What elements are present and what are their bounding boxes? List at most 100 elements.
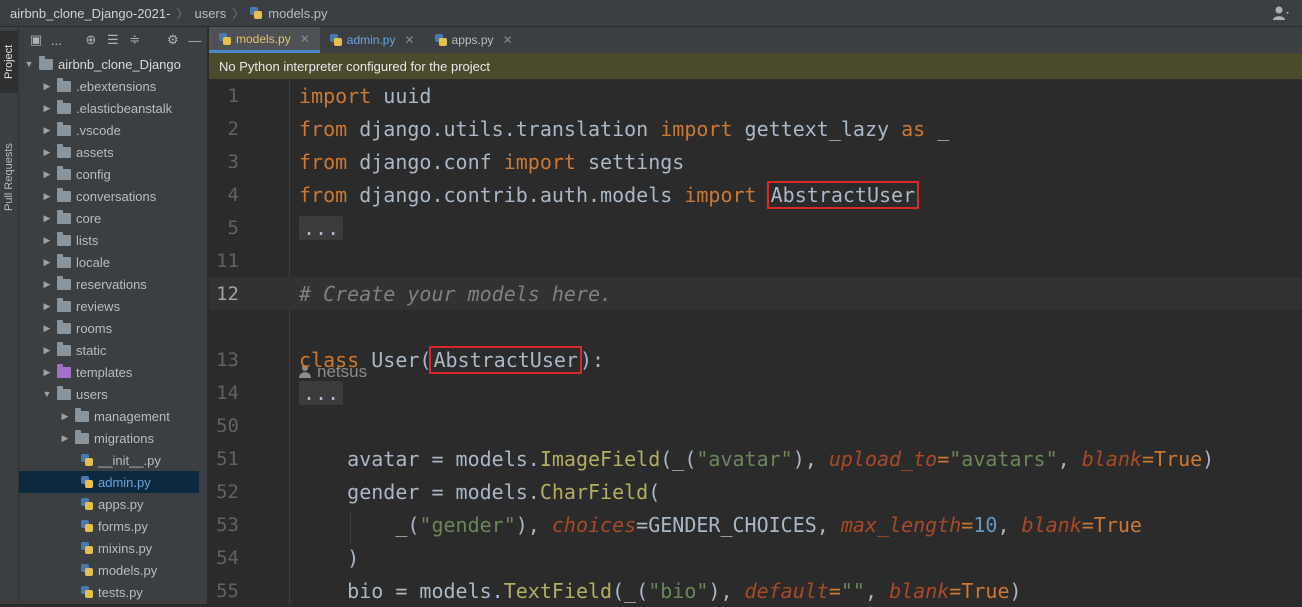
tree-item-migrations[interactable]: ▶ migrations xyxy=(59,427,154,449)
close-icon[interactable]: ✕ xyxy=(404,33,414,47)
python-file-icon xyxy=(434,34,447,46)
tree-item-rooms[interactable]: ▶ rooms xyxy=(41,317,112,339)
code-token: = xyxy=(961,512,974,537)
hide-panel-icon[interactable]: — xyxy=(188,33,202,48)
code-token: (_( xyxy=(660,446,697,471)
code-token: max_length xyxy=(840,512,962,537)
tree-item-label: reviews xyxy=(76,298,121,314)
folder-icon xyxy=(57,341,71,356)
tree-item-label: reservations xyxy=(76,276,147,292)
code-token: True xyxy=(1093,512,1142,537)
view-options-dots[interactable]: ... xyxy=(51,33,62,48)
tree-item-templates[interactable]: ▶ templates xyxy=(41,361,132,383)
code-line-11: 11 xyxy=(209,244,1302,277)
code-token: = xyxy=(949,578,962,603)
code-line-54: 54 ) xyxy=(209,541,1302,574)
tree-item-static[interactable]: ▶ static xyxy=(41,339,106,361)
chevron-right-icon: ▶ xyxy=(43,80,51,91)
code-token: ( xyxy=(648,479,661,504)
code-token: ImageField xyxy=(539,446,661,471)
locate-file-icon[interactable]: ⊕ xyxy=(84,32,98,47)
line-number: 50 xyxy=(216,414,239,437)
folder-icon xyxy=(57,275,71,290)
user-account-icon[interactable] xyxy=(1272,4,1290,22)
tree-item-lists[interactable]: ▶ lists xyxy=(41,229,98,251)
tree-item-users[interactable]: ▼ users xyxy=(41,383,108,405)
line-number: 12 xyxy=(216,282,239,305)
chevron-right-icon: ▶ xyxy=(43,366,51,377)
project-sidebar: ▣ ... ⊕ ☰ ≑ ⚙ — ▼ airbnb_clone_Django ▶.… xyxy=(19,27,223,604)
code-token: ) xyxy=(299,545,360,570)
tree-item-locale[interactable]: ▶ locale xyxy=(41,251,110,273)
tree-item-admin-py[interactable]: admin.py xyxy=(19,471,199,493)
breadcrumb-folder[interactable]: users xyxy=(194,6,226,21)
chevron-right-icon: ▶ xyxy=(43,256,51,267)
folder-icon xyxy=(57,231,71,246)
tree-item-label: rooms xyxy=(76,320,113,336)
tree-item-conversations[interactable]: ▶ conversations xyxy=(41,185,156,207)
tree-item-elasticbeanstalk[interactable]: ▶ .elasticbeanstalk xyxy=(41,97,172,119)
tree-item-core[interactable]: ▶ core xyxy=(41,207,101,229)
gear-icon[interactable]: ⚙ xyxy=(166,32,180,47)
code-token: from xyxy=(299,182,348,207)
folder-icon xyxy=(75,429,89,444)
line-number: 14 xyxy=(216,381,239,404)
tab-apps-py[interactable]: apps.py ✕ xyxy=(425,27,523,53)
line-number: 54 xyxy=(216,546,239,569)
tree-item-vscode[interactable]: ▶ .vscode xyxy=(41,119,121,141)
python-file-icon xyxy=(81,564,93,576)
tree-item-tests-py[interactable]: tests.py xyxy=(81,581,143,603)
tree-item-label: management xyxy=(94,408,170,424)
project-view-icon[interactable]: ▣ xyxy=(29,32,43,47)
tree-item-init-py[interactable]: __init__.py xyxy=(81,449,161,471)
tree-item-reviews[interactable]: ▶ reviews xyxy=(41,295,120,317)
project-tool-tab[interactable]: Project xyxy=(0,31,18,93)
tree-item-config[interactable]: ▶ config xyxy=(41,163,111,185)
close-icon[interactable]: ✕ xyxy=(300,32,310,46)
tab-models-py[interactable]: models.py ✕ xyxy=(209,27,320,53)
tree-item-models-py[interactable]: models.py xyxy=(81,559,157,581)
folder-icon xyxy=(57,121,71,136)
tool-window-strip: Project Pull Requests xyxy=(0,27,19,604)
folder-icon xyxy=(57,77,71,92)
collapse-all-icon[interactable]: ≑ xyxy=(128,32,142,47)
tree-item-label: locale xyxy=(76,254,110,270)
tree-item-management[interactable]: ▶ management xyxy=(59,405,170,427)
tree-item-reservations[interactable]: ▶ reservations xyxy=(41,273,147,295)
tree-item-forms-py[interactable]: forms.py xyxy=(81,515,148,537)
pull-requests-tab-label: Pull Requests xyxy=(3,143,15,211)
folded-code-placeholder[interactable]: ... xyxy=(299,215,344,240)
folded-code-placeholder[interactable]: ... xyxy=(299,380,344,405)
chevron-down-icon: ▼ xyxy=(24,59,34,69)
tree-root[interactable]: ▼ airbnb_clone_Django xyxy=(23,53,181,75)
tree-item-assets[interactable]: ▶ assets xyxy=(41,141,114,163)
tab-admin-py[interactable]: admin.py ✕ xyxy=(320,27,425,53)
tree-item-label: forms.py xyxy=(98,518,148,534)
tree-item-ebextensions[interactable]: ▶ .ebextensions xyxy=(41,75,156,97)
tree-item-apps-py[interactable]: apps.py xyxy=(81,493,144,515)
code-token: "gender" xyxy=(419,512,516,537)
expand-all-icon[interactable]: ☰ xyxy=(106,32,120,47)
code-line-50: 50 xyxy=(209,409,1302,442)
python-file-icon xyxy=(81,586,93,598)
code-token: blank xyxy=(1021,512,1082,537)
chevron-right-icon: ▶ xyxy=(43,322,51,333)
code-token: ) xyxy=(1009,578,1022,603)
chevron-right-icon: ▶ xyxy=(43,234,51,245)
code-token: django.conf xyxy=(347,149,504,174)
code-line-52: 52 gender = models.CharField( xyxy=(209,475,1302,508)
close-icon[interactable]: ✕ xyxy=(503,33,513,47)
code-line-14: 14 ... xyxy=(209,376,1302,409)
breadcrumb-project[interactable]: airbnb_clone_Django-2021- xyxy=(10,6,170,21)
chevron-right-icon: ▶ xyxy=(61,410,69,421)
code-token: ), xyxy=(792,446,829,471)
code-area[interactable]: 1 import uuid 2 from django.utils.transl… xyxy=(209,79,1302,604)
code-token: bio = models. xyxy=(299,578,504,603)
chevron-right-icon: ▶ xyxy=(61,432,69,443)
pull-requests-tool-tab[interactable]: Pull Requests xyxy=(0,127,18,227)
tree-item-mixins-py[interactable]: mixins.py xyxy=(81,537,152,559)
breadcrumb-file[interactable]: models.py xyxy=(268,6,327,21)
code-token: blank xyxy=(1081,446,1142,471)
code-token: = xyxy=(828,578,841,603)
code-token: "" xyxy=(840,578,865,603)
